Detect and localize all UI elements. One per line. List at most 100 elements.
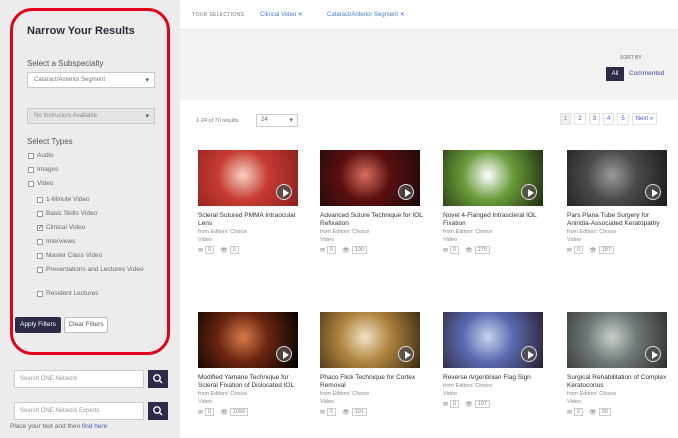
- eye-icon: 👁: [342, 247, 350, 254]
- type-images[interactable]: Images: [28, 165, 58, 174]
- video-card[interactable]: Scleral Sutured PMMA Intraocular Lens fro…: [198, 150, 301, 254]
- play-icon[interactable]: [521, 184, 537, 200]
- video-thumbnail[interactable]: [320, 312, 420, 368]
- selection-chip-cataract[interactable]: Cataract/Anterior Segment ✕: [327, 11, 405, 18]
- video-type-label: Interviews: [46, 238, 76, 245]
- video-type-resident-lectures[interactable]: Resident Lectures: [37, 289, 98, 298]
- video-title[interactable]: Pars Plana Tube Surgery for Aniridia-Ass…: [567, 212, 670, 228]
- video-type-presentations[interactable]: Presentations and Lectures Video: [37, 265, 157, 274]
- instructor-select[interactable]: No Instructors Available ▾: [27, 108, 155, 124]
- play-icon[interactable]: [398, 346, 414, 362]
- play-icon[interactable]: [521, 346, 537, 362]
- type-video[interactable]: Video: [28, 179, 54, 188]
- sort-commented-link[interactable]: Commented: [629, 70, 664, 77]
- video-thumbnail[interactable]: [443, 150, 543, 206]
- likes-stat: ✉ 0: [443, 246, 460, 254]
- checkbox[interactable]: [37, 210, 43, 217]
- video-author: from Editors' Choice: [567, 391, 617, 397]
- checkbox[interactable]: [28, 180, 34, 187]
- video-title[interactable]: Phaco Flick Technique for Cortex Removal: [320, 374, 423, 390]
- video-type-label: Master Class Video: [46, 252, 103, 259]
- video-card[interactable]: Reverse Argentinian Flag Sign from Editor…: [443, 312, 546, 408]
- video-title[interactable]: Scleral Sutured PMMA Intraocular Lens: [198, 212, 301, 228]
- video-thumbnail[interactable]: [320, 150, 420, 206]
- search-input[interactable]: Search ONE Network: [14, 370, 144, 388]
- search-experts-button[interactable]: [148, 402, 168, 420]
- page-1[interactable]: 1: [560, 113, 572, 125]
- likes-count: 0: [205, 246, 215, 254]
- eye-icon: 👁: [220, 409, 228, 416]
- play-icon[interactable]: [276, 184, 292, 200]
- apply-filters-button[interactable]: Apply Filters: [15, 317, 61, 333]
- page-5[interactable]: 5: [617, 113, 629, 125]
- sort-all-button[interactable]: All: [606, 67, 624, 81]
- checkbox-checked[interactable]: ✓: [37, 224, 43, 231]
- subspecialty-select[interactable]: Cataract/Anterior Segment ▾: [27, 72, 155, 88]
- video-card[interactable]: Advanced Suture Technique for IOL Refixa…: [320, 150, 423, 254]
- video-thumbnail[interactable]: [198, 150, 298, 206]
- selection-chip-clinical-video[interactable]: Clinical Video ✕: [260, 11, 303, 18]
- video-type-master-class[interactable]: Master Class Video: [37, 251, 102, 260]
- video-type: Video: [198, 399, 212, 405]
- video-title[interactable]: Novel 4-Flanged Intrascleral IOL Fixatio…: [443, 212, 546, 228]
- video-card[interactable]: Surgical Rehabilitation of Complex Kerat…: [567, 312, 670, 416]
- likes-count: 0: [450, 400, 460, 408]
- checkbox[interactable]: [37, 196, 43, 203]
- play-icon[interactable]: [645, 184, 661, 200]
- video-stats: ✉ 0 👁 90: [567, 408, 670, 416]
- subspecialty-value: Cataract/Anterior Segment: [34, 77, 106, 83]
- eye-icon: 👁: [465, 247, 473, 254]
- instructor-value: No Instructors Available: [34, 113, 97, 119]
- checkbox[interactable]: [28, 166, 34, 173]
- checkbox[interactable]: [37, 238, 43, 245]
- views-stat: 👁 187: [589, 246, 614, 254]
- video-type: Video: [443, 237, 457, 243]
- video-type-1-minute[interactable]: 1-Minute Video: [37, 195, 90, 204]
- type-audio[interactable]: Audio: [28, 151, 54, 160]
- thumbs-up-icon: ✉: [567, 409, 573, 416]
- video-card[interactable]: Pars Plana Tube Surgery for Aniridia-Ass…: [567, 150, 670, 254]
- video-title[interactable]: Advanced Suture Technique for IOL Refixa…: [320, 212, 423, 228]
- note-link[interactable]: find here: [82, 423, 107, 430]
- video-thumbnail[interactable]: [567, 150, 667, 206]
- video-title[interactable]: Surgical Rehabilitation of Complex Kerat…: [567, 374, 670, 390]
- checkbox[interactable]: [37, 252, 43, 259]
- video-thumbnail[interactable]: [567, 312, 667, 368]
- video-type: Video: [567, 399, 581, 405]
- video-title[interactable]: Reverse Argentinian Flag Sign: [443, 374, 546, 382]
- thumbs-up-icon: ✉: [443, 247, 449, 254]
- thumbs-up-icon: ✉: [320, 409, 326, 416]
- narrow-results-panel: Narrow Your Results Select a Subspecialt…: [10, 8, 170, 355]
- per-page-select[interactable]: 24 ▾: [256, 114, 298, 127]
- video-type-interviews[interactable]: Interviews: [37, 237, 75, 246]
- video-type-label: 1-Minute Video: [46, 196, 90, 203]
- page-2[interactable]: 2: [574, 113, 586, 125]
- video-type-basic-skills[interactable]: Basic Skills Video: [37, 209, 97, 218]
- play-icon[interactable]: [398, 184, 414, 200]
- checkbox[interactable]: [37, 266, 43, 273]
- checkbox[interactable]: [37, 290, 43, 297]
- thumbs-up-icon: ✉: [198, 409, 204, 416]
- video-thumbnail[interactable]: [443, 312, 543, 368]
- search-button[interactable]: [148, 370, 168, 388]
- likes-stat: ✉ 0: [443, 400, 460, 408]
- checkbox[interactable]: [28, 152, 34, 159]
- page-4[interactable]: 4: [603, 113, 615, 125]
- video-type-clinical[interactable]: ✓ Clinical Video: [37, 223, 85, 232]
- search-experts-input[interactable]: Search ONE Network Experts: [14, 402, 144, 420]
- views-count: 187: [598, 246, 614, 254]
- page-3[interactable]: 3: [588, 113, 601, 125]
- video-card[interactable]: Phaco Flick Technique for Cortex Removal…: [320, 312, 423, 416]
- video-stats: ✉ 0 👁 100: [320, 246, 423, 254]
- play-icon[interactable]: [645, 346, 661, 362]
- video-thumbnail[interactable]: [198, 312, 298, 368]
- video-stats: ✉ 0 👁 101: [320, 408, 423, 416]
- video-card[interactable]: Modified Yamane Technique for Scleral Fi…: [198, 312, 301, 416]
- views-stat: 👁 90: [589, 408, 611, 416]
- clear-filters-button[interactable]: Clear Filters: [64, 317, 108, 333]
- video-stats: ✉ 0 👁 107: [443, 400, 546, 408]
- play-icon[interactable]: [276, 346, 292, 362]
- video-card[interactable]: Novel 4-Flanged Intrascleral IOL Fixatio…: [443, 150, 546, 254]
- video-title[interactable]: Modified Yamane Technique for Scleral Fi…: [198, 374, 301, 390]
- next-page[interactable]: Next »: [631, 113, 658, 125]
